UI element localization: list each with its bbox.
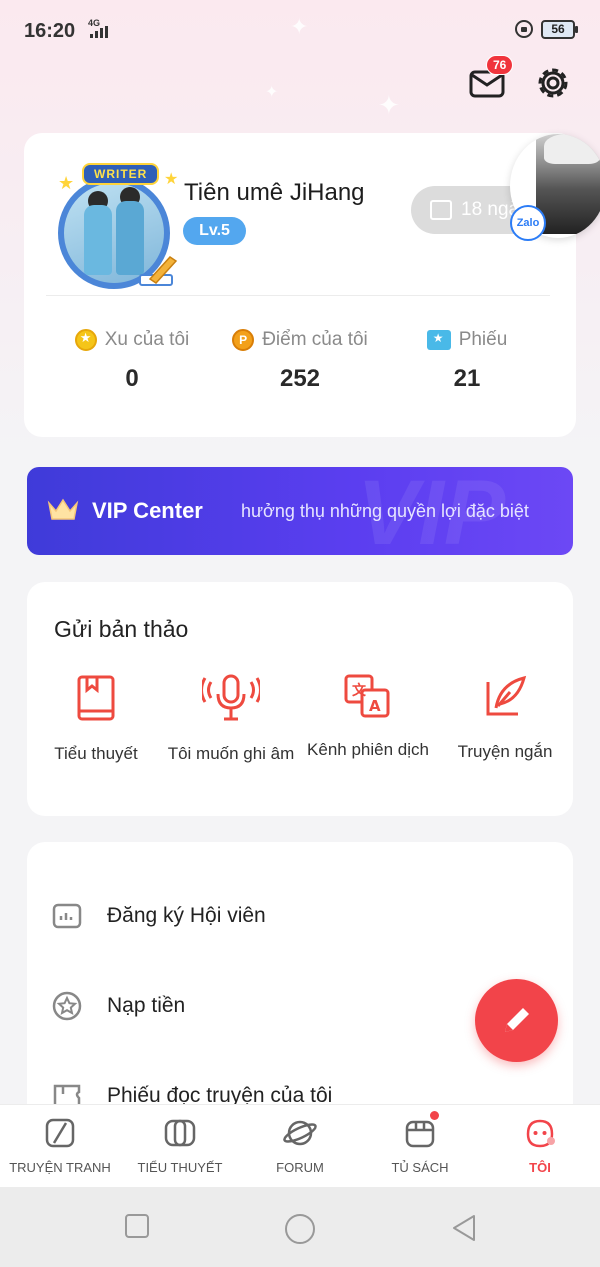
signal-icon (90, 26, 108, 38)
calendar-icon (430, 200, 452, 220)
submit-manuscript-card: Gửi bản thảo Tiểu thuyết Tôi muốn ghi âm… (27, 582, 573, 816)
menu-item-label: Đăng ký Hội viên (107, 904, 266, 927)
home-button[interactable] (284, 1213, 316, 1245)
svg-text:文: 文 (352, 682, 367, 699)
stat-value: 21 (453, 365, 481, 392)
book-icon (77, 675, 115, 721)
notification-dot (430, 1111, 439, 1120)
menu-item-membership[interactable]: Đăng ký Hội viên (51, 900, 266, 932)
system-navigation-bar (0, 1187, 600, 1267)
vip-center-banner[interactable]: VIP VIP Center hưởng thụ những quyền lợi… (27, 467, 573, 555)
username: Tiên umê JiHang (184, 179, 365, 206)
submit-translation-button[interactable]: 文 A Kênh phiên dịch (298, 674, 438, 760)
submit-audio-button[interactable]: Tôi muốn ghi âm (161, 674, 301, 764)
nav-label: TRUYỆN TRANH (9, 1160, 111, 1175)
menu-item-label: Nạp tiền (107, 994, 186, 1017)
status-bar: 16:20 4G 56 (0, 0, 600, 62)
translate-icon: 文 A (344, 674, 390, 718)
stat-points[interactable]: P Điểm của tôi 252 (220, 329, 380, 393)
back-button[interactable] (450, 1213, 478, 1243)
mail-badge: 76 (486, 55, 514, 75)
writer-badge: WRITER (82, 163, 160, 185)
submit-novel-button[interactable]: Tiểu thuyết (26, 674, 166, 764)
submit-label: Tôi muốn ghi âm (167, 744, 295, 763)
star-circle-icon (52, 991, 82, 1021)
nav-item-forum[interactable]: FORUM (240, 1105, 360, 1187)
nav-item-me[interactable]: TÔI (480, 1105, 600, 1187)
profile-card: ★ ★ WRITER Tiên umê JiHang Lv.5 18 ngày … (24, 133, 576, 437)
nav-label: TỦ SÁCH (391, 1160, 449, 1175)
divider (46, 295, 550, 296)
stat-coins[interactable]: Xu của tôi 0 (52, 329, 212, 393)
recent-apps-button[interactable] (124, 1213, 150, 1239)
gear-icon (538, 68, 568, 98)
zalo-icon: Zalo (510, 205, 546, 241)
crown-icon (47, 498, 79, 520)
me-icon (526, 1119, 555, 1148)
submit-label: Truyện ngắn (457, 742, 553, 761)
coin-icon (74, 329, 97, 351)
nav-item-comics[interactable]: TRUYỆN TRANH (0, 1105, 120, 1187)
microphone-icon (202, 674, 260, 721)
bookshelf-icon (405, 1120, 435, 1148)
novel-icon (164, 1119, 196, 1147)
stat-tickets[interactable]: Phiếu 21 (387, 329, 547, 393)
points-icon: P (232, 329, 255, 351)
nav-item-bookshelf[interactable]: TỦ SÁCH (360, 1105, 480, 1187)
nav-item-novels[interactable]: TIỂU THUYẾT (120, 1105, 240, 1187)
avatar[interactable]: ★ ★ WRITER (46, 163, 186, 293)
planet-icon (283, 1120, 317, 1146)
level-badge: Lv.5 (183, 217, 246, 245)
sparkle-icon: ✦ (265, 84, 279, 101)
stat-label: Phiếu (458, 329, 508, 350)
submit-label: Kênh phiên dịch (307, 740, 429, 759)
submit-label: Tiểu thuyết (54, 744, 138, 763)
vip-subtitle: hưởng thụ những quyền lợi đặc biệt (241, 501, 529, 521)
nav-label: FORUM (276, 1160, 324, 1175)
star-icon: ★ (58, 173, 75, 193)
membership-icon (52, 903, 82, 929)
section-title: Gửi bản thảo (54, 616, 189, 642)
battery-indicator: 56 (541, 20, 578, 39)
quill-icon (486, 675, 527, 716)
status-time: 16:20 (24, 20, 76, 42)
comic-icon (45, 1118, 75, 1148)
pencil-icon (505, 1008, 529, 1032)
star-icon: ★ (164, 171, 179, 188)
nav-label: TÔI (529, 1160, 551, 1175)
pen-icon (139, 256, 178, 286)
ticket-icon (426, 330, 451, 350)
vip-title: VIP Center (92, 498, 203, 523)
stat-label: Xu của tôi (104, 329, 190, 350)
sparkle-icon: ✦ (378, 90, 400, 120)
menu-item-topup[interactable]: Nạp tiền (51, 990, 185, 1022)
submit-short-story-button[interactable]: Truyện ngắn (435, 674, 575, 762)
bottom-navigation: TRUYỆN TRANH TIỂU THUYẾT FORUM TỦ SÁCH T… (0, 1104, 600, 1187)
nav-label: TIỂU THUYẾT (137, 1160, 223, 1175)
settings-button[interactable] (533, 63, 573, 103)
rotation-lock-icon (515, 20, 533, 38)
svg-text:A: A (369, 697, 381, 715)
stat-value: 0 (125, 365, 139, 392)
stat-label: Điểm của tôi (262, 329, 368, 350)
stat-value: 252 (279, 365, 321, 392)
compose-fab-button[interactable] (475, 979, 558, 1062)
